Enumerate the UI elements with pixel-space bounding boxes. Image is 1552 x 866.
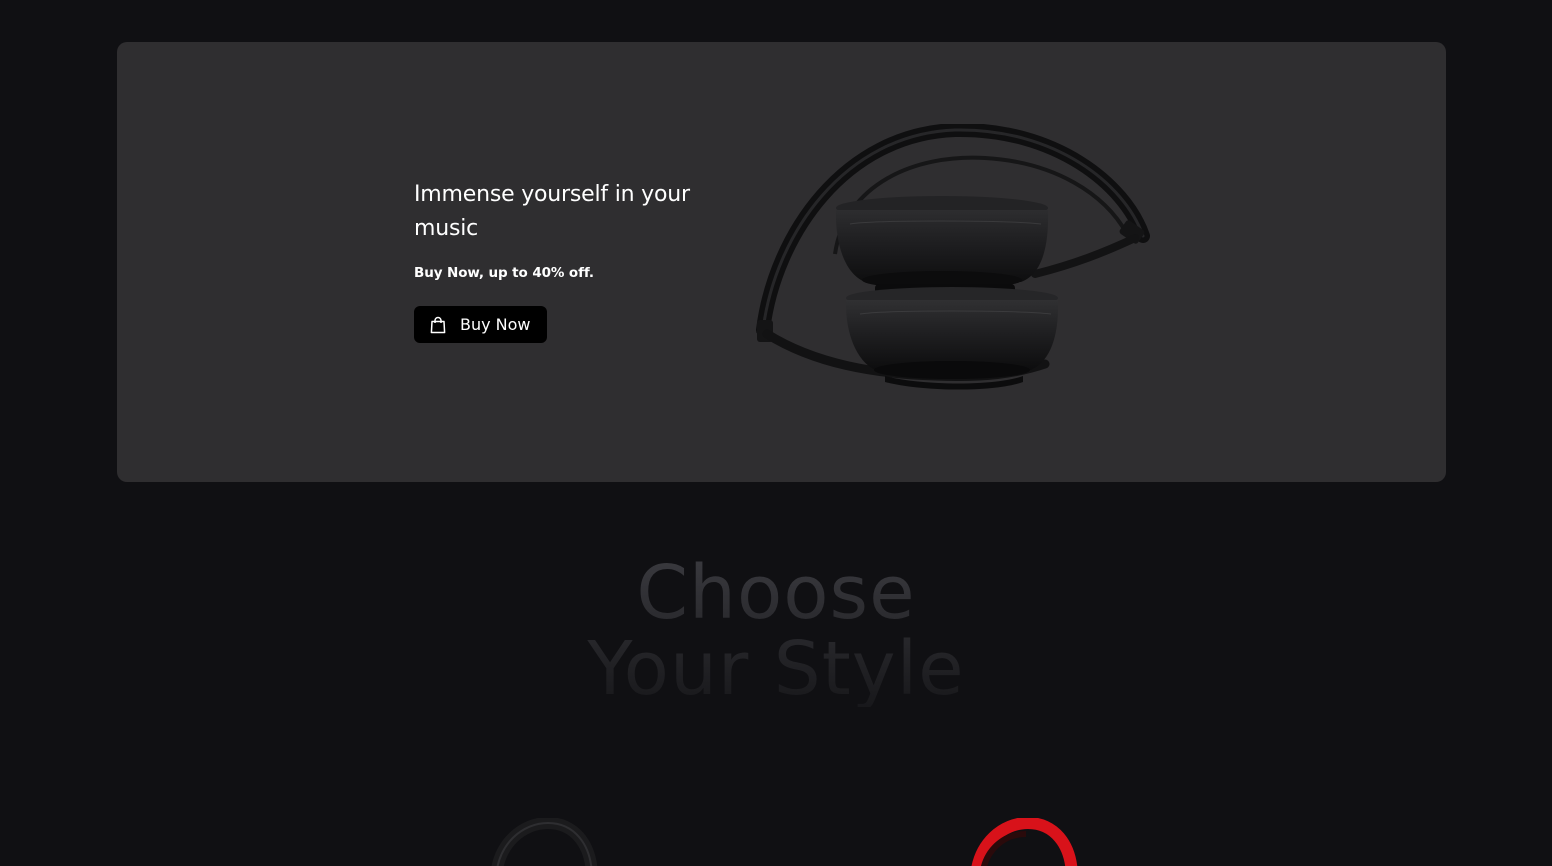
- section-title-line2: Your Style: [587, 626, 965, 712]
- product-headphones-red[interactable]: [968, 818, 1078, 866]
- hero-subtitle: Buy Now, up to 40% off.: [414, 265, 594, 281]
- section-title: Choose Your Style: [0, 555, 1552, 707]
- hero-text-block: Immense yourself in your music Buy Now, …: [414, 178, 714, 343]
- headphones-image: [756, 124, 1150, 390]
- shopping-bag-icon: [430, 316, 446, 334]
- page: Immense yourself in your music Buy Now, …: [0, 0, 1552, 866]
- section-title-line1: Choose: [636, 550, 916, 636]
- product-headphones-black[interactable]: [488, 818, 598, 866]
- buy-now-button[interactable]: Buy Now: [414, 306, 547, 343]
- buy-now-label: Buy Now: [460, 315, 531, 334]
- hero-banner: Immense yourself in your music Buy Now, …: [117, 42, 1446, 482]
- hero-title: Immense yourself in your music: [414, 182, 690, 241]
